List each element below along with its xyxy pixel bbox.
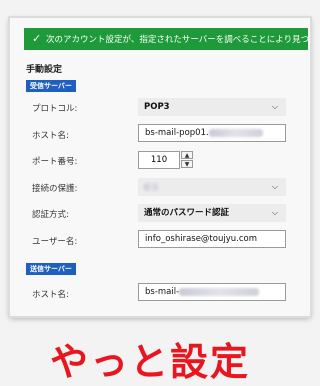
- redacted-blur: [208, 128, 263, 137]
- chevron-down-icon: ⌵: [271, 208, 278, 217]
- redacted-blur: [144, 182, 158, 191]
- incoming-host-field[interactable]: bs-mail-pop01.: [138, 124, 286, 142]
- success-banner: ✓ 次のアカウント設定が、指定されたサーバーを調べることにより見つかりました:: [24, 28, 308, 50]
- incoming-host-value: bs-mail-pop01.: [145, 128, 209, 138]
- caption-text: やっと設定: [50, 340, 251, 384]
- chevron-down-icon: ⌵: [271, 182, 278, 191]
- auth-label: 認証方式:: [32, 210, 69, 220]
- incoming-host-label: ホスト名:: [32, 131, 69, 141]
- outgoing-server-badge: 送信サーバー: [26, 263, 76, 275]
- username-label: ユーザー名:: [32, 237, 78, 247]
- port-label: ポート番号:: [32, 157, 78, 167]
- screenshot-frame: ✓ 次のアカウント設定が、指定されたサーバーを調べることにより見つかりました: 手…: [10, 18, 310, 316]
- banner-text: 次のアカウント設定が、指定されたサーバーを調べることにより見つかりました:: [46, 35, 308, 45]
- manual-settings-title: 手動設定: [26, 65, 63, 75]
- outgoing-host-value: bs-mail-: [145, 287, 180, 297]
- outgoing-host-field[interactable]: bs-mail-: [138, 283, 286, 301]
- outgoing-host-label: ホスト名:: [32, 290, 69, 300]
- chevron-down-icon: ⌵: [271, 102, 278, 111]
- protocol-value: POP3: [144, 102, 170, 112]
- check-icon: ✓: [32, 32, 42, 45]
- stepper-up-icon[interactable]: ▲: [181, 151, 193, 159]
- port-stepper[interactable]: 110 ▲ ▼: [138, 151, 196, 169]
- stepper-down-icon[interactable]: ▼: [181, 160, 193, 168]
- protocol-label: プロトコル:: [32, 104, 78, 114]
- port-input[interactable]: 110: [138, 151, 180, 169]
- username-field[interactable]: info_oshirase@toujyu.com: [138, 230, 286, 248]
- security-label: 接続の保護:: [32, 184, 78, 194]
- auth-value: 通常のパスワード認証: [144, 208, 230, 218]
- incoming-server-badge: 受信サーバー: [26, 80, 76, 92]
- redacted-blur: [179, 287, 260, 296]
- protocol-select[interactable]: POP3 ⌵: [138, 98, 286, 116]
- security-select[interactable]: ⌵: [138, 178, 286, 196]
- auth-select[interactable]: 通常のパスワード認証 ⌵: [138, 204, 286, 222]
